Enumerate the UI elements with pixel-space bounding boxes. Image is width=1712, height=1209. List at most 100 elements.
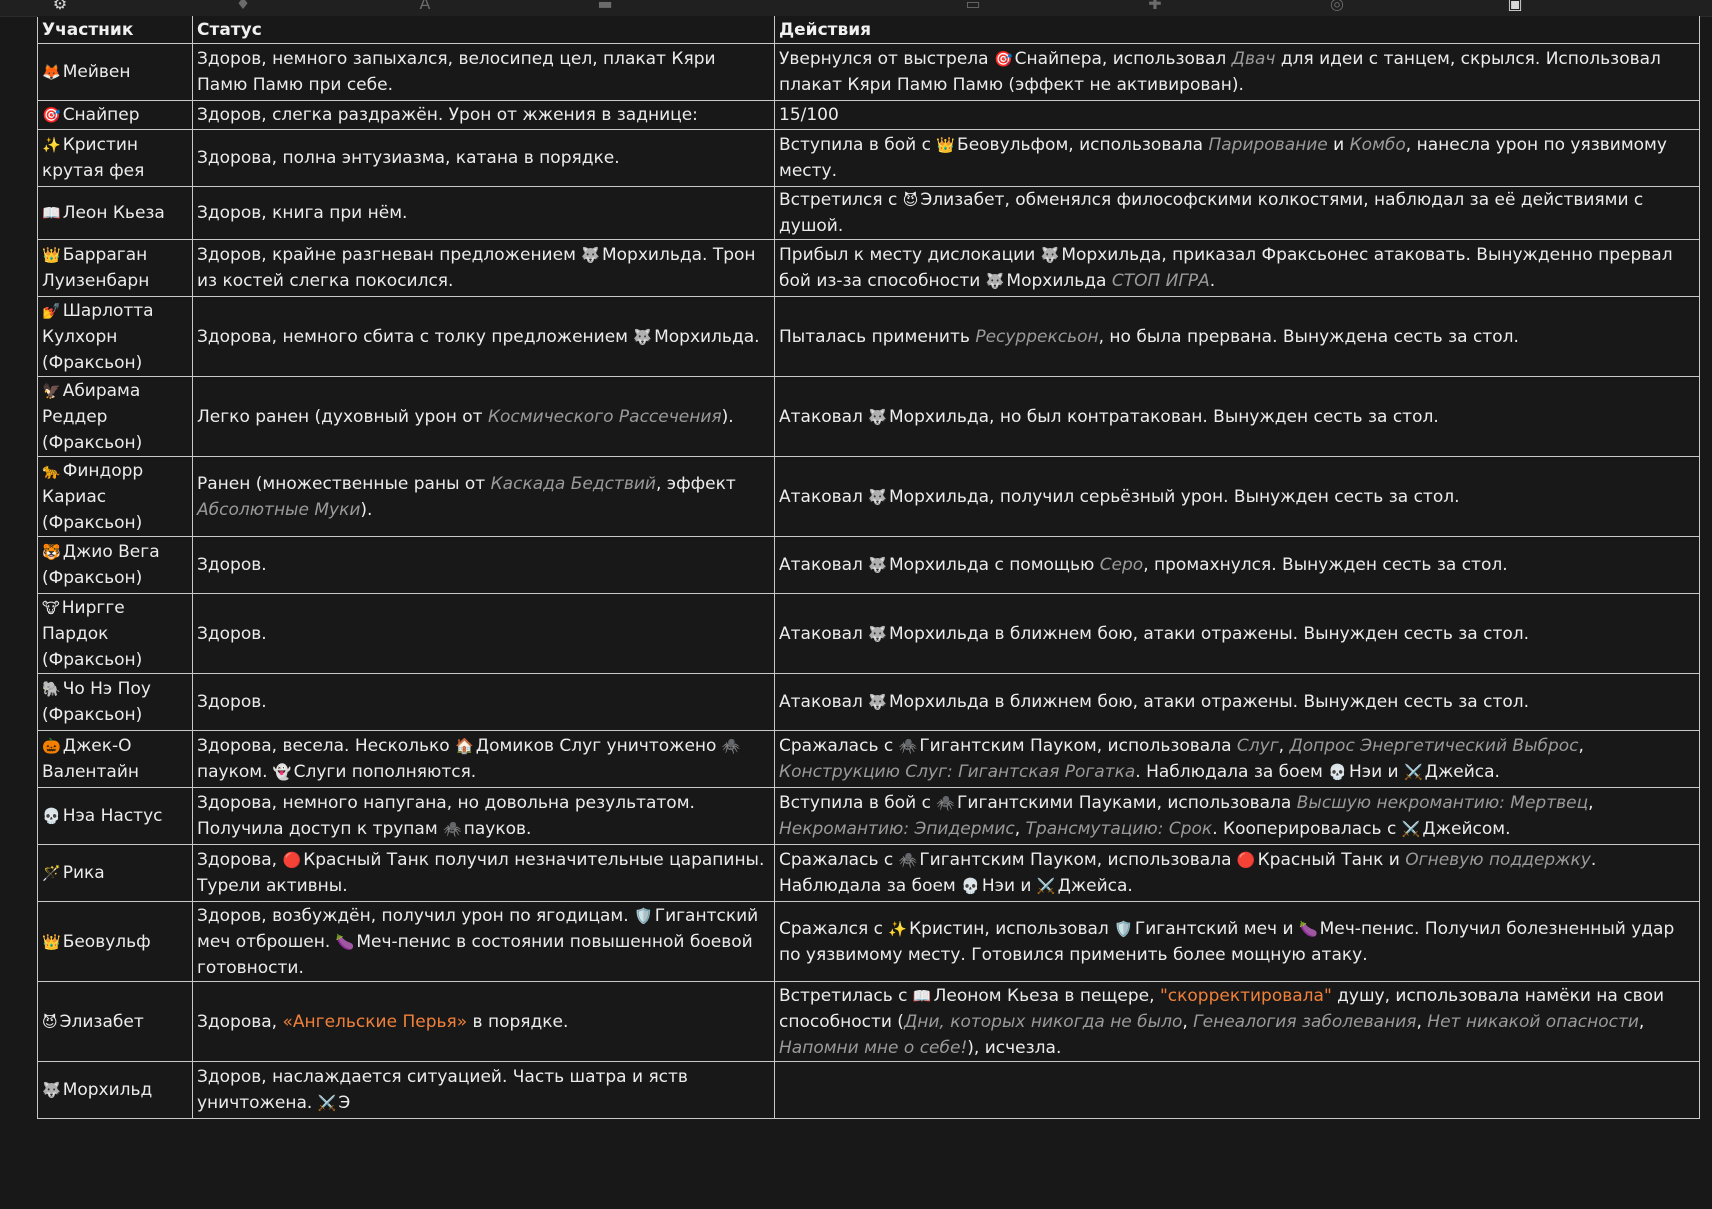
emoji-icon: 🐺 <box>633 327 653 346</box>
table-row: 💅 Шарлотта Кулхорн (Фраксьон) Здорова, нем… <box>37 296 1700 377</box>
smile-icon[interactable]: ◎ <box>1322 0 1352 12</box>
participant-name: Нэа Настус <box>62 806 163 826</box>
text-segment: , <box>1578 736 1584 756</box>
table-row: 🐮 Ниргге Пардок (Фраксьон) Здоров. Атаковал… <box>37 593 1700 674</box>
text-segment: ), исчезла. <box>967 1037 1062 1058</box>
text-segment: Домиков Слуг уничтожено <box>475 736 722 756</box>
text-segment: , <box>1416 1011 1428 1032</box>
puzzle-icon[interactable]: ✚ <box>1140 0 1170 12</box>
participant-emoji-icon: 👑 <box>42 246 61 264</box>
emoji-icon: 🐺 <box>1040 246 1060 264</box>
status-cell: Ранен (множественные раны от Каскада Бед… <box>192 456 775 537</box>
participant-cell: 🪄 Рика <box>37 844 193 902</box>
participant-emoji-icon: 🐮 <box>42 598 60 617</box>
participant-cell: 🐺 Морхильд <box>37 1061 193 1119</box>
emoji-icon: 🎯 <box>993 50 1013 68</box>
emoji-icon: 🕷️ <box>898 737 918 755</box>
text-segment: Сражалась с <box>779 850 899 870</box>
participant-emoji-icon: 🪄 <box>42 864 61 882</box>
emoji-icon: 👑 <box>936 136 956 154</box>
participant-cell: 🎃 Джек-О Валентайн <box>37 730 193 788</box>
ability-name: Комбо <box>1349 135 1406 155</box>
participant-emoji-icon: 👑 <box>42 932 61 951</box>
ability-name: Напомни мне о себе! <box>779 1037 968 1058</box>
ability-name: Некромантию: Эпидермис <box>779 819 1015 839</box>
participant-name: Рика <box>62 863 105 883</box>
ability-name: Серо <box>1099 555 1144 575</box>
text-segment: Джейсом. <box>1422 819 1511 839</box>
emoji-icon: 🐺 <box>868 487 888 506</box>
ability-name: Слуг <box>1236 736 1279 756</box>
status-cell: Здорова, «Ангельские Перья» в порядке. <box>192 981 775 1062</box>
participant-cell: 🐮 Ниргге Пардок (Фраксьон) <box>37 593 193 674</box>
ability-name: Трансмутацию: Срок <box>1025 819 1213 839</box>
emoji-icon: ⚔️ <box>1401 820 1421 838</box>
text-segment: , <box>1638 1011 1645 1032</box>
status-cell: Здоров, крайне разгневан предложением 🐺 М… <box>192 239 775 297</box>
participant-cell: ✨ Кристин крутая фея <box>37 129 193 187</box>
text-segment: , <box>1588 793 1594 813</box>
text-segment: ). <box>721 406 734 427</box>
status-cell: Здоров. <box>192 673 775 731</box>
text-segment: Джейса. <box>1424 762 1500 782</box>
text-segment: Здорова, <box>197 850 283 870</box>
emoji-icon: ⚔️ <box>317 1094 337 1112</box>
ability-name: Огневую поддержку <box>1405 850 1591 870</box>
text-segment: пауков. <box>463 819 532 839</box>
text-segment: Атаковал <box>779 406 869 427</box>
table-row: 💀 Нэа Настус Здорова, немного напугана, но… <box>37 787 1700 845</box>
text-segment: Пыталась применить <box>779 326 976 347</box>
wrench-icon[interactable]: ⚙ <box>45 0 75 12</box>
emoji-icon: 🐺 <box>868 556 888 574</box>
emoji-icon: 🐺 <box>868 407 888 426</box>
status-cell: Здорова, полна энтузиазма, катана в поря… <box>192 129 775 187</box>
text-segment: Здоров, немного запыхался, велосипед цел… <box>197 49 716 95</box>
emoji-icon: ✨ <box>888 919 908 938</box>
text-segment: Увернулся от выстрела <box>779 49 994 69</box>
participant-cell: 👑 Барраган Луизенбарн <box>37 239 193 297</box>
participant-cell: 🐯 Джио Вега (Фраксьон) <box>37 536 193 594</box>
text-segment: , <box>1278 736 1290 756</box>
emoji-icon: 🕷️ <box>936 794 956 812</box>
text-segment: в порядке. <box>467 1011 569 1032</box>
chat-log-table-container: Участник Статус Действия 🦊 Мейвен Здоров, … <box>37 16 1700 1119</box>
text-segment: Нэи и <box>1348 762 1404 782</box>
text-segment: . Кооперировалась с <box>1212 819 1402 839</box>
text-segment: Легко ранен (духовный урон от <box>197 406 488 427</box>
text-segment: Встретилась с <box>779 985 913 1006</box>
participant-cell: 😈 Элизабет <box>37 981 193 1062</box>
text-segment: Атаковал <box>779 555 869 575</box>
text-segment: Леоном Кьеза в пещере, <box>933 985 1160 1006</box>
ability-name: Нет никакой опасности <box>1427 1011 1639 1032</box>
emoji-icon: ⚔️ <box>1403 763 1423 781</box>
table-row: 🪄 Рика Здорова, 🔴 Красный Танк получил незн… <box>37 844 1700 902</box>
status-cell: Здорова, весела. Несколько 🏠 Домиков Слуг… <box>192 730 775 788</box>
ability-name: Высшую некромантию: Мертвец <box>1296 793 1589 813</box>
profile-card-icon[interactable]: ▣ <box>1500 0 1530 12</box>
emoji-icon: 📖 <box>912 986 932 1005</box>
participant-cell: 🎯 Снайпер <box>37 100 193 130</box>
text-segment: Вступила в бой с <box>779 135 937 155</box>
font-icon[interactable]: A <box>410 0 440 12</box>
text-segment: Здорова, полна энтузиазма, катана в поря… <box>197 148 620 168</box>
pin-icon[interactable]: ♦ <box>228 0 258 12</box>
archive-icon[interactable]: ▬ <box>590 0 620 12</box>
actions-cell: Увернулся от выстрела 🎯 Снайпера, использ… <box>774 43 1700 101</box>
ability-name: Конструкцию Слуг: Гигантская Рогатка <box>779 762 1136 782</box>
text-segment: 15/100 <box>779 105 839 125</box>
text-segment: . Наблюдала за боем <box>1135 762 1329 782</box>
text-segment: Снайпера, использовал <box>1014 49 1232 69</box>
text-segment: Гигантскими Пауками, использовала <box>957 793 1297 813</box>
text-segment: Здоров, наслаждается ситуацией. Часть ша… <box>197 1067 688 1113</box>
text-segment: Здоров, книга при нём. <box>197 203 408 223</box>
column-header-participant: Участник <box>37 16 193 44</box>
ability-name: Допрос Энергетический Выброс <box>1289 736 1579 756</box>
emoji-icon: 🕷️ <box>721 737 741 755</box>
book-icon[interactable]: ▭ <box>958 0 988 12</box>
text-segment: Сражался с <box>779 918 889 939</box>
text-segment: Здорова, <box>197 1011 283 1032</box>
participant-emoji-icon: 💅 <box>42 301 61 320</box>
text-segment: Красный Танк и <box>1257 850 1406 870</box>
text-segment: Здоров. <box>197 555 267 575</box>
top-toolbar: ⚙ ♦ A ▬ ▭ ✚ ◎ ▣ <box>0 0 1712 17</box>
